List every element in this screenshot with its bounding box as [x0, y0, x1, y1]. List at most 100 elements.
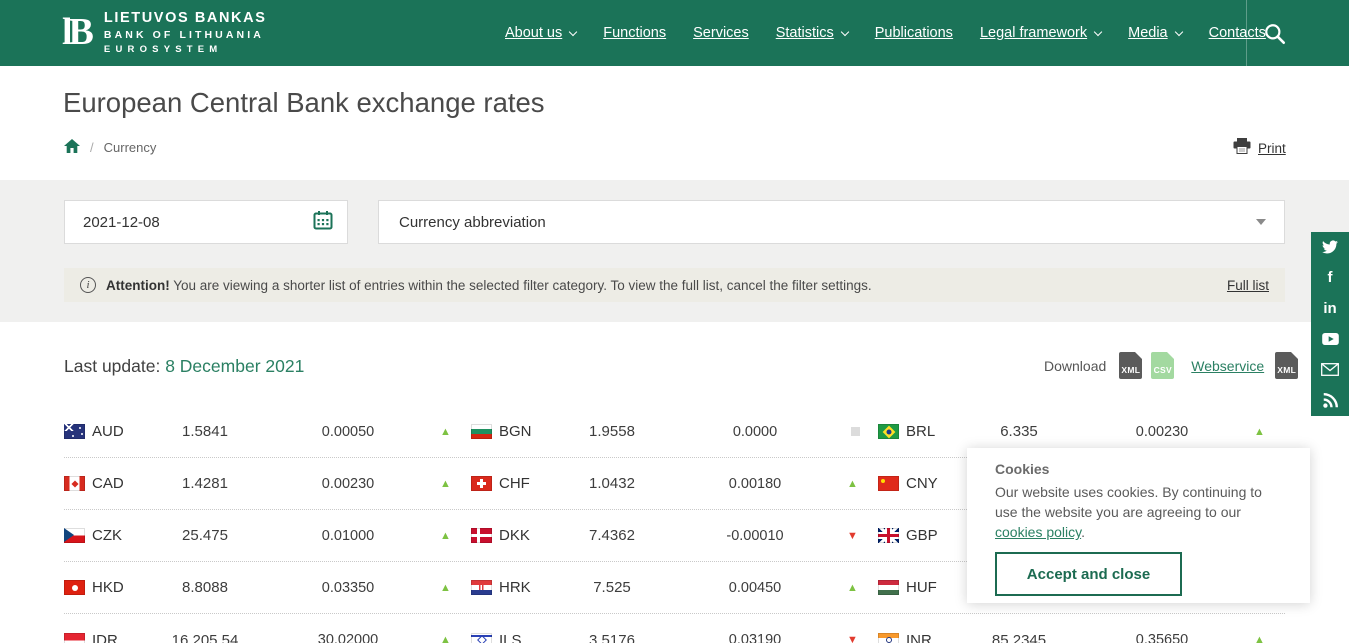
up-arrow-icon: ▲ [1254, 634, 1274, 643]
chevron-down-icon [841, 27, 849, 35]
currency-code: BGN [499, 423, 559, 440]
rate-value: 16,205.54 [152, 632, 258, 643]
up-arrow-icon: ▲ [440, 634, 460, 643]
rate-value: 1.0432 [559, 475, 665, 492]
change-value: 0.03350 [258, 580, 438, 596]
flag-chf-icon [471, 476, 492, 491]
change-value: 30.02000 [258, 632, 438, 643]
webservice-link[interactable]: Webservice [1191, 358, 1264, 374]
up-arrow-icon: ▲ [847, 582, 867, 594]
csv-file-icon[interactable]: CSV [1151, 352, 1174, 379]
rss-icon[interactable] [1311, 387, 1349, 415]
currency-abbreviation-select[interactable]: Currency abbreviation [378, 200, 1285, 244]
flag-brl-icon [878, 424, 899, 439]
flag-cny-icon [878, 476, 899, 491]
rate-cell: ILS 3.5176 0.03190 ▼ [471, 632, 878, 643]
cookies-policy-link[interactable]: cookies policy [995, 524, 1081, 540]
rate-value: 7.4362 [559, 527, 665, 544]
rate-value: 25.475 [152, 527, 258, 544]
search-icon[interactable] [1263, 22, 1289, 46]
change-value: 0.00180 [665, 476, 845, 492]
nav-about-us[interactable]: About us [505, 25, 576, 41]
bank-logo[interactable]: lB LIETUVOS BANKAS BANK OF LITHUANIA EUR… [62, 10, 266, 55]
currency-code: ILS [499, 632, 559, 643]
rate-cell: HKD 8.8088 0.03350 ▲ [64, 579, 471, 596]
currency-code: HKD [92, 579, 152, 596]
calendar-icon[interactable] [313, 210, 333, 234]
change-value: 0.01000 [258, 528, 438, 544]
accept-and-close-button[interactable]: Accept and close [995, 552, 1182, 596]
up-arrow-icon: ▲ [440, 582, 460, 594]
change-value: 0.00230 [1072, 424, 1252, 440]
rate-cell: CZK 25.475 0.01000 ▲ [64, 527, 471, 544]
nav-publications[interactable]: Publications [875, 25, 953, 41]
bank-logo-monogram: lB [62, 15, 94, 49]
up-arrow-icon: ▲ [440, 478, 460, 490]
rate-cell: IDR 16,205.54 30.02000 ▲ [64, 632, 471, 643]
up-arrow-icon: ▲ [440, 426, 460, 438]
flag-aud-icon [64, 424, 85, 439]
filter-section: 2021-12-08 Currency abbreviation i Atten… [0, 180, 1349, 322]
download-label: Download [1044, 358, 1106, 374]
currency-code: IDR [92, 632, 152, 643]
chevron-down-icon [1256, 219, 1266, 225]
page: lB LIETUVOS BANKAS BANK OF LITHUANIA EUR… [0, 0, 1366, 643]
nav-services[interactable]: Services [693, 25, 749, 41]
rate-cell: CHF 1.0432 0.00180 ▲ [471, 475, 878, 492]
rate-cell: DKK 7.4362 -0.00010 ▼ [471, 527, 878, 544]
nav-media[interactable]: Media [1128, 25, 1182, 41]
flag-dkk-icon [471, 528, 492, 543]
currency-code: CZK [92, 527, 152, 544]
flag-czk-icon [64, 528, 85, 543]
flag-hrk-icon [471, 580, 492, 595]
last-update: Last update: 8 December 2021 [64, 356, 304, 377]
webservice-xml-icon[interactable]: XML [1275, 352, 1298, 379]
flag-gbp-icon [878, 528, 899, 543]
rate-value: 8.8088 [152, 579, 258, 596]
chevron-down-icon [1094, 27, 1102, 35]
twitter-icon[interactable] [1311, 233, 1349, 261]
flag-bgn-icon [471, 424, 492, 439]
currency-code: GBP [906, 527, 966, 544]
email-icon[interactable] [1311, 356, 1349, 384]
currency-code: CAD [92, 475, 152, 492]
notice-text: Attention! You are viewing a shorter lis… [106, 278, 872, 293]
change-value: -0.00010 [665, 528, 845, 544]
print-control[interactable]: Print [1233, 138, 1286, 159]
facebook-icon[interactable]: f [1311, 264, 1349, 292]
down-arrow-icon: ▼ [847, 530, 867, 542]
page-title: European Central Bank exchange rates [63, 87, 545, 119]
header: lB LIETUVOS BANKAS BANK OF LITHUANIA EUR… [0, 0, 1349, 66]
linkedin-icon[interactable]: in [1311, 295, 1349, 323]
currency-code: BRL [906, 423, 966, 440]
nav-contacts[interactable]: Contacts [1209, 25, 1266, 41]
full-list-link[interactable]: Full list [1227, 278, 1269, 293]
currency-code: INR [906, 632, 966, 643]
nav-statistics[interactable]: Statistics [776, 25, 848, 41]
youtube-icon[interactable] [1311, 325, 1349, 353]
flag-idr-icon [64, 633, 85, 643]
nav-functions[interactable]: Functions [603, 25, 666, 41]
rate-cell: CAD 1.4281 0.00230 ▲ [64, 475, 471, 492]
breadcrumb-current: Currency [104, 140, 157, 155]
date-input[interactable]: 2021-12-08 [64, 200, 348, 244]
rate-value: 7.525 [559, 579, 665, 596]
rate-value: 6.335 [966, 423, 1072, 440]
currency-code: CNY [906, 475, 966, 492]
flag-cad-icon [64, 476, 85, 491]
info-icon: i [80, 277, 96, 293]
up-arrow-icon: ▲ [440, 530, 460, 542]
flag-hkd-icon [64, 580, 85, 595]
cookie-dialog: Cookies Our website uses cookies. By con… [967, 448, 1310, 603]
up-arrow-icon: ▲ [1254, 426, 1274, 438]
currency-code: CHF [499, 475, 559, 492]
filter-notice: i Attention! You are viewing a shorter l… [64, 268, 1285, 302]
xml-file-icon[interactable]: XML [1119, 352, 1142, 379]
change-value: 0.00050 [258, 424, 438, 440]
nav-legal-framework[interactable]: Legal framework [980, 25, 1101, 41]
rate-cell: BGN 1.9558 0.0000 [471, 423, 878, 440]
social-sidebar: f in [1311, 232, 1349, 416]
flag-ils-icon [471, 633, 492, 643]
up-arrow-icon: ▲ [847, 478, 867, 490]
home-icon[interactable] [64, 139, 80, 156]
